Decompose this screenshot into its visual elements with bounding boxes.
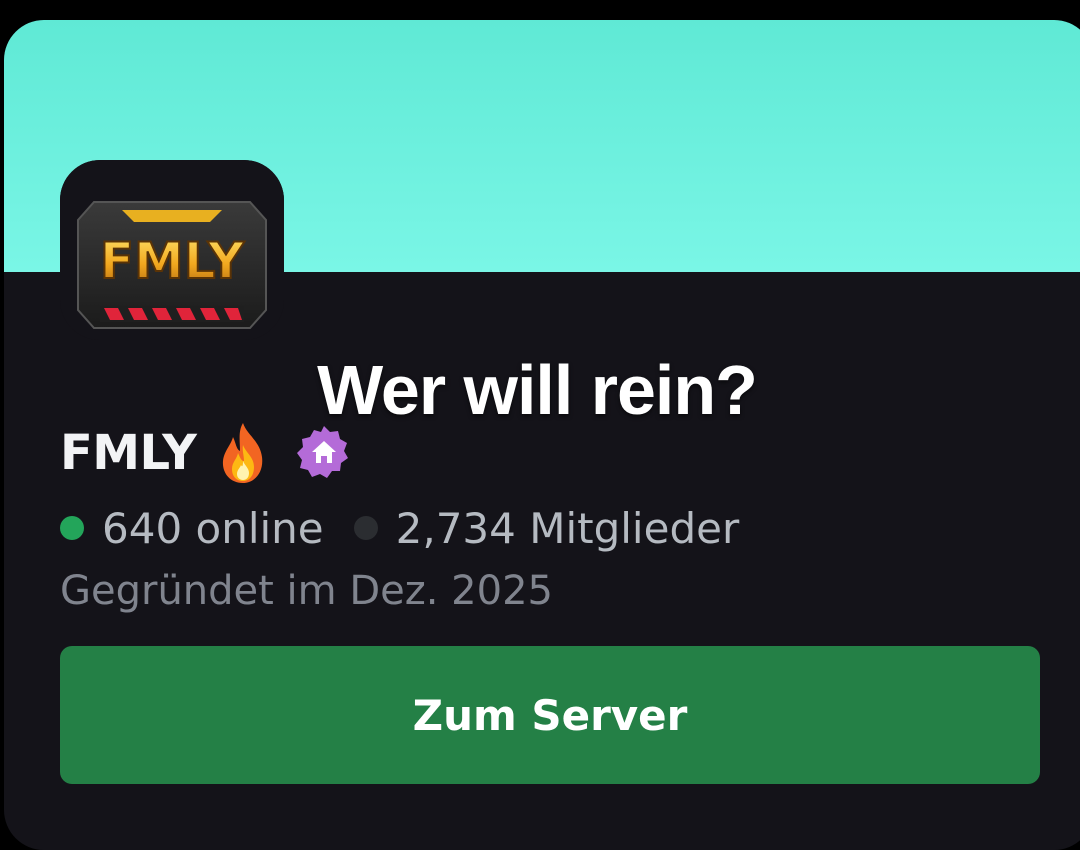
join-server-button[interactable]: Zum Server: [60, 646, 1040, 784]
home-badge-icon: [297, 426, 349, 478]
server-stats: 640 online 2,734 Mitglieder: [60, 498, 739, 558]
member-count: 2,734 Mitglieder: [395, 503, 740, 553]
server-name-row: FMLY: [60, 418, 354, 488]
server-logo-image: FMLY: [60, 160, 284, 340]
fire-icon: [223, 423, 263, 483]
members-status-dot: [353, 516, 378, 540]
online-status-dot: [60, 516, 84, 540]
online-count: 640 online: [102, 503, 324, 553]
logo-text: FMLY: [100, 232, 245, 290]
server-name: FMLY: [60, 425, 197, 481]
server-icon[interactable]: FMLY: [60, 160, 284, 340]
founded-date: Gegründet im Dez. 2025: [60, 568, 553, 614]
server-invite-card: FMLY Wer will rein? FMLY 640 online 2,73…: [4, 20, 1080, 850]
